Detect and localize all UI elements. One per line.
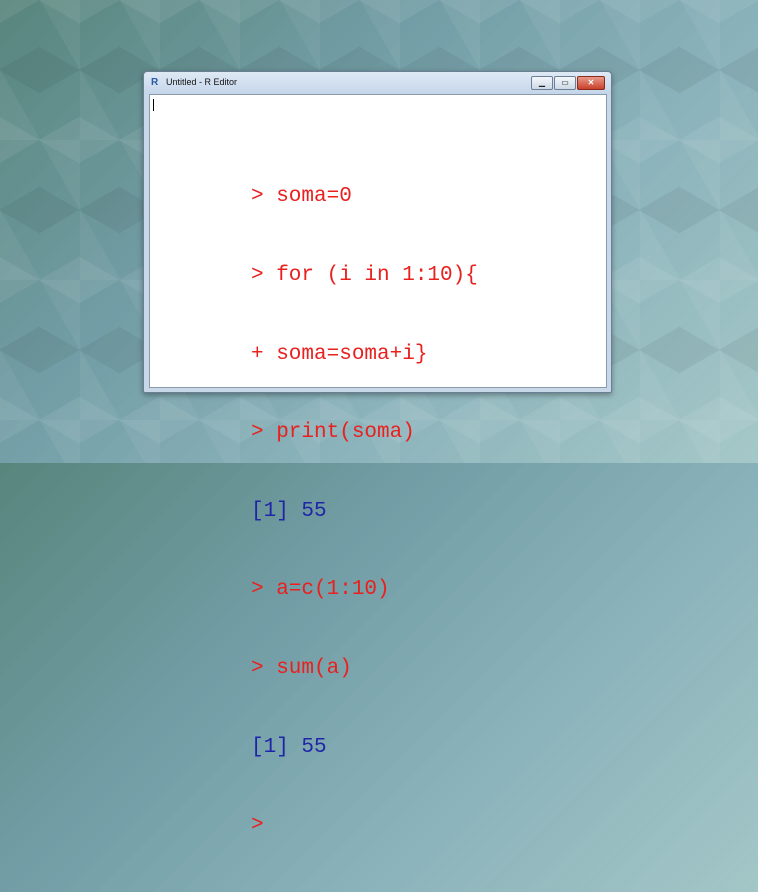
window-controls: ▁ ▭ ✕ bbox=[530, 76, 605, 90]
text-caret bbox=[153, 99, 154, 111]
r-editor-window: R Untitled - R Editor ▁ ▭ ✕ > soma=0 > f… bbox=[143, 71, 612, 837]
code-line: > a=c(1:10) bbox=[251, 578, 390, 602]
code-line: + soma=soma+i} bbox=[251, 342, 428, 366]
code-line: > sum(a) bbox=[251, 656, 352, 680]
output-line: [1] 55 bbox=[251, 735, 327, 759]
title-bar[interactable]: R Untitled - R Editor ▁ ▭ ✕ bbox=[144, 72, 611, 94]
code-line: > soma=0 bbox=[251, 185, 352, 209]
prompt-line: > bbox=[251, 814, 264, 838]
window-title: Untitled - R Editor bbox=[166, 77, 238, 87]
code-editor[interactable]: > soma=0 > for (i in 1:10){ + soma=soma+… bbox=[149, 94, 607, 837]
maximize-button[interactable]: ▭ bbox=[554, 76, 576, 90]
r-logo-icon: R bbox=[151, 77, 159, 88]
output-line: [1] 55 bbox=[251, 499, 327, 523]
code-line: > for (i in 1:10){ bbox=[251, 264, 478, 287]
close-button[interactable]: ✕ bbox=[577, 76, 605, 90]
minimize-button[interactable]: ▁ bbox=[531, 76, 553, 90]
code-text: > soma=0 > for (i in 1:10){ + soma=soma+… bbox=[251, 132, 478, 892]
code-line: > print(soma) bbox=[251, 421, 415, 445]
